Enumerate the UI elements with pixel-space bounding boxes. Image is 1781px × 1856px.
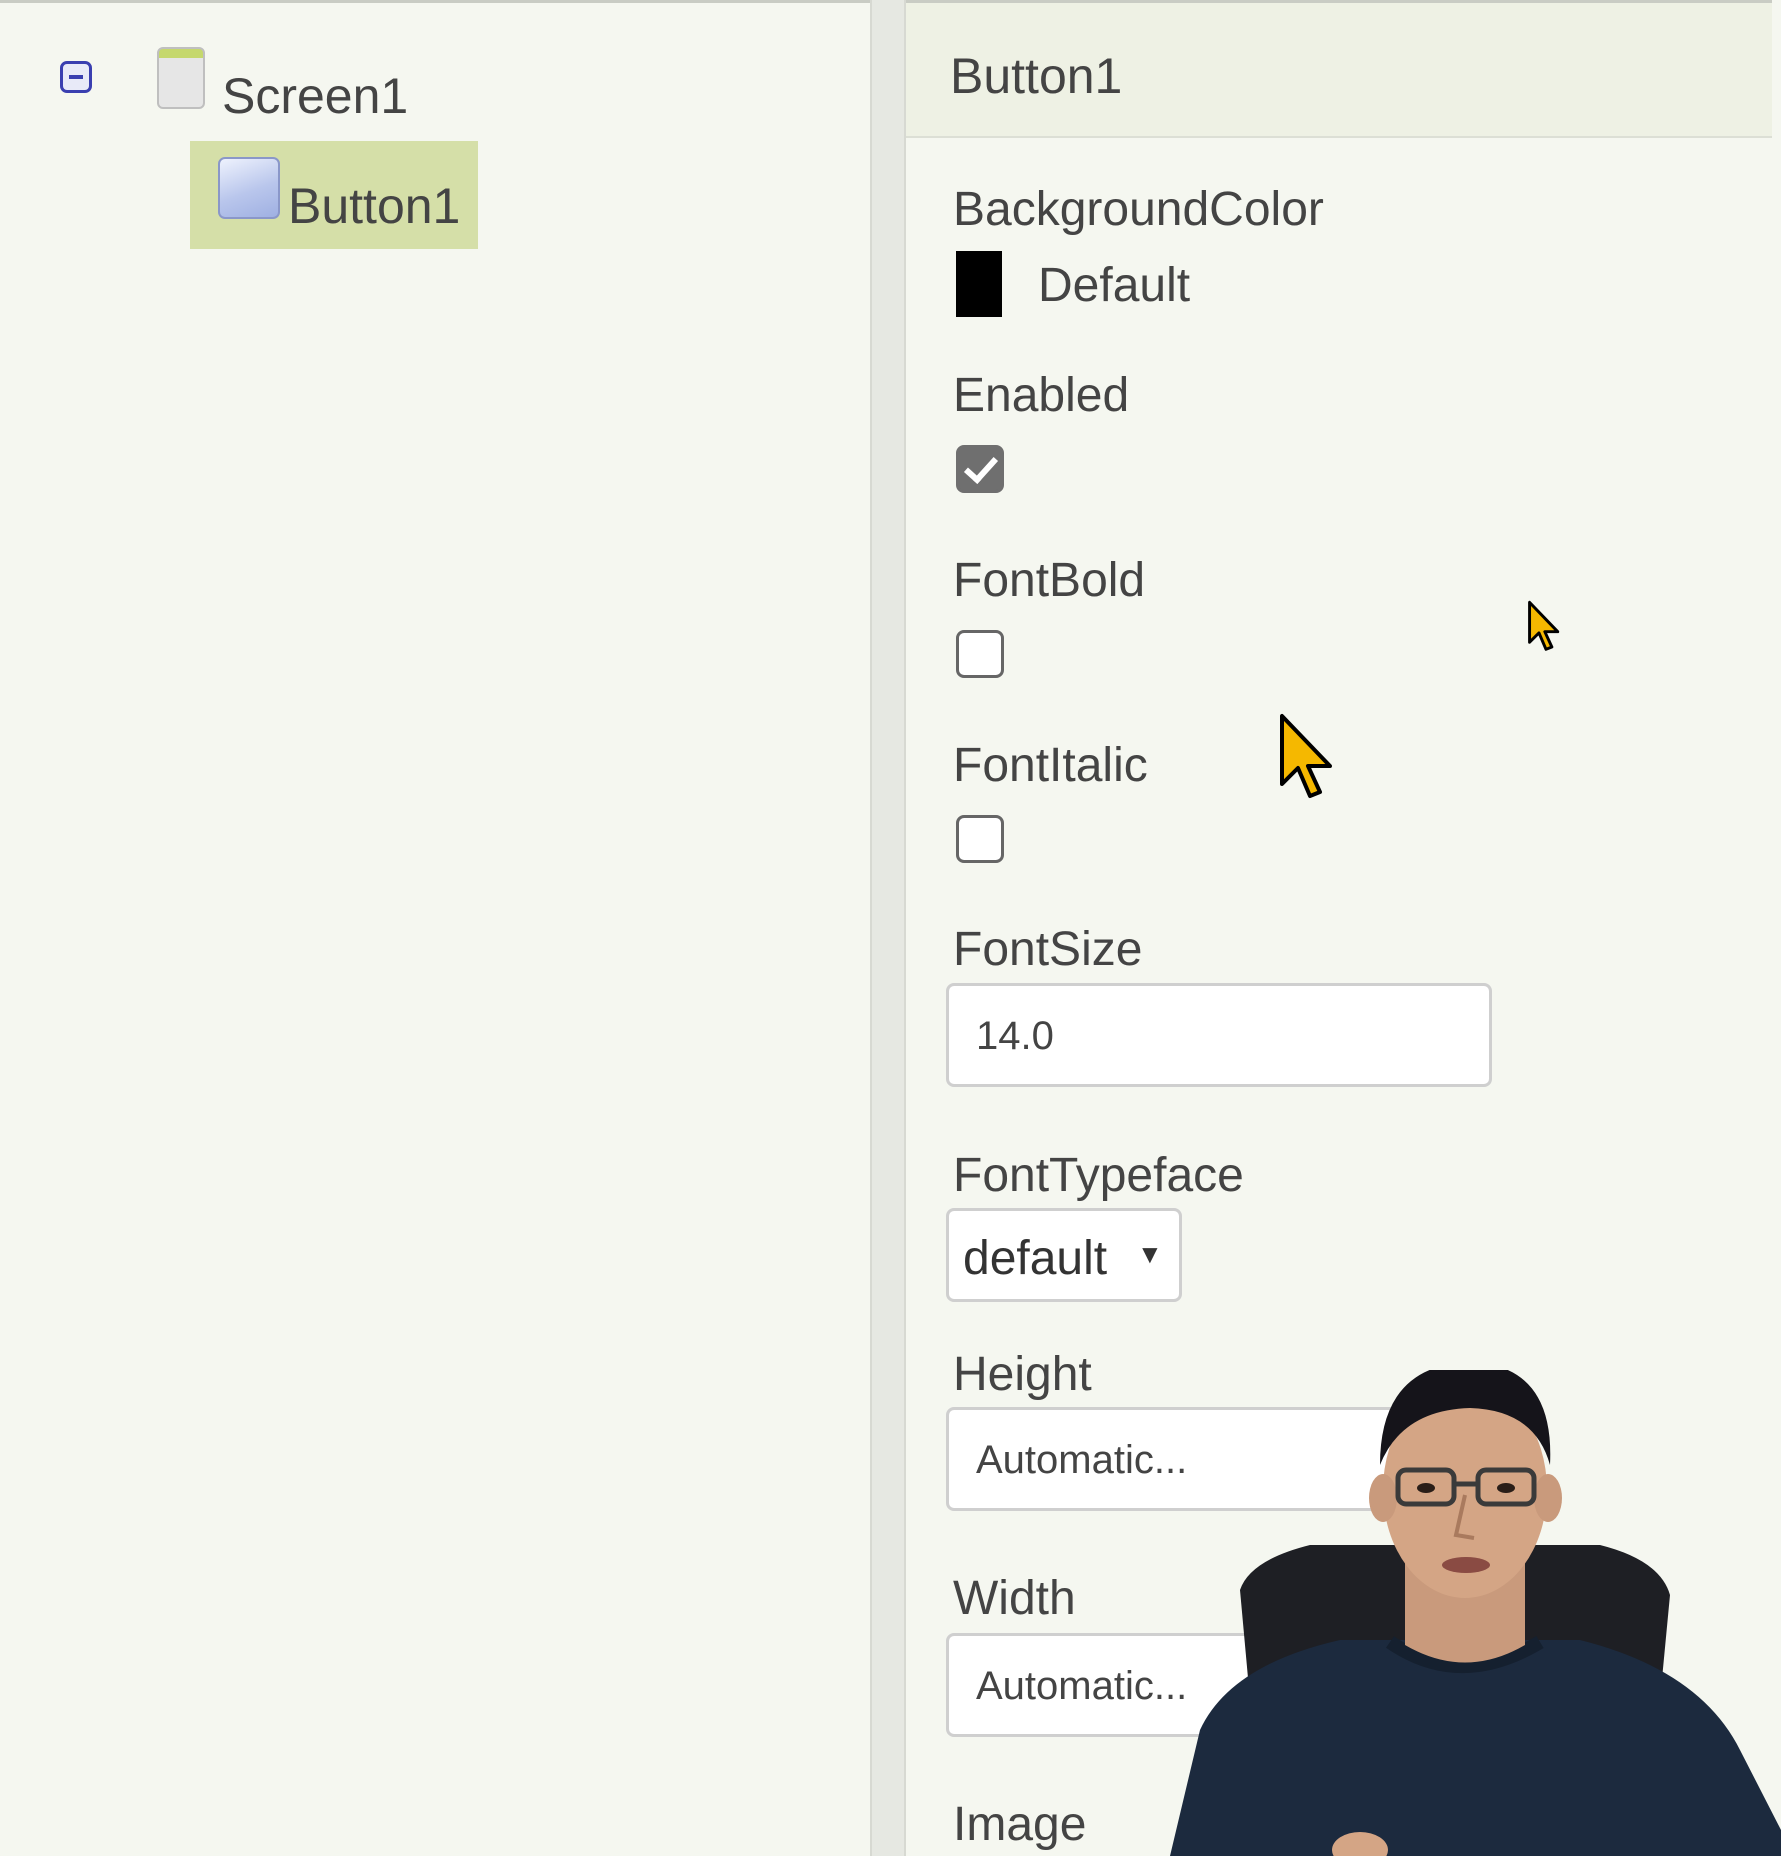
fontsize-value: 14.0 (976, 1014, 1054, 1058)
screen-icon (157, 47, 205, 109)
fonttypeface-value: default (963, 1232, 1108, 1285)
prop-label-image: Image (953, 1798, 1087, 1851)
prop-label-height: Height (953, 1348, 1092, 1401)
webcam-overlay (1140, 1370, 1781, 1856)
tree-item-label: Screen1 (222, 68, 409, 124)
mouse-pointer-icon (1280, 714, 1332, 798)
prop-label-fonttypeface: FontTypeface (953, 1149, 1244, 1202)
color-value[interactable]: Default (1038, 258, 1190, 313)
collapse-minus-icon[interactable] (60, 61, 92, 93)
fontsize-input[interactable]: 14.0 (946, 983, 1492, 1087)
properties-header: Button1 (906, 0, 1772, 138)
prop-label-fontbold: FontBold (953, 554, 1146, 607)
prop-label-fontsize: FontSize (953, 923, 1143, 976)
button-icon (218, 157, 280, 219)
tree-item-label: Button1 (288, 178, 461, 234)
fontitalic-checkbox[interactable] (956, 815, 1004, 863)
color-swatch[interactable] (956, 251, 1002, 317)
fonttypeface-select[interactable]: default ▼ (946, 1208, 1182, 1302)
mouse-pointer-icon (1528, 600, 1560, 651)
prop-label-fontitalic: FontItalic (953, 739, 1148, 792)
components-tree-panel: Screen1 Button1 (0, 0, 870, 1856)
panel-splitter[interactable] (870, 0, 906, 1856)
presenter-video (1170, 1370, 1781, 1856)
prop-label-width: Width (953, 1572, 1076, 1625)
dropdown-arrow-icon: ▼ (1137, 1239, 1163, 1269)
prop-label-backgroundcolor: BackgroundColor (953, 183, 1324, 236)
enabled-checkbox[interactable] (956, 445, 1004, 493)
prop-label-enabled: Enabled (953, 369, 1130, 422)
fontbold-checkbox[interactable] (956, 630, 1004, 678)
properties-title: Button1 (950, 48, 1123, 104)
